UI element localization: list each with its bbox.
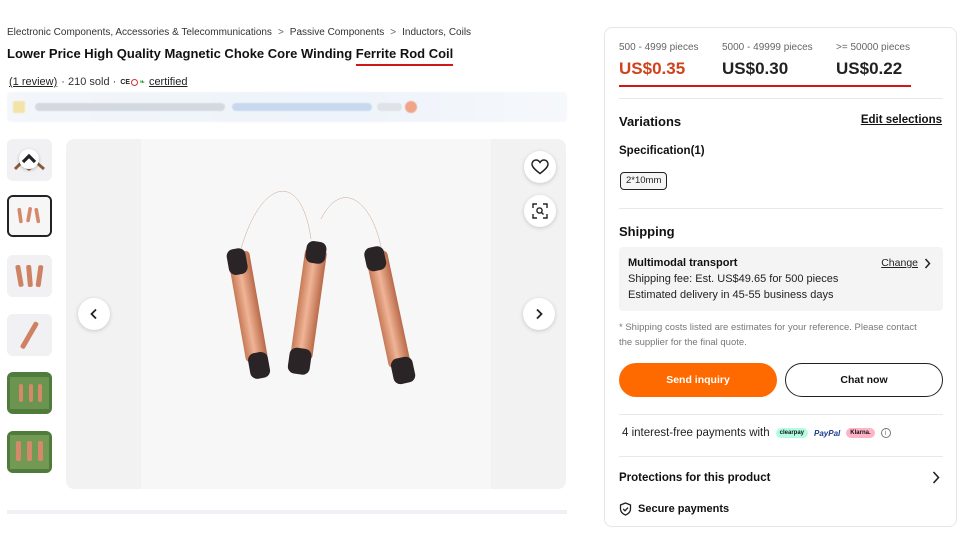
thumbnail-3[interactable] <box>7 255 52 297</box>
previous-image-button[interactable] <box>78 298 110 330</box>
price-tier-price: US$0.30 <box>722 59 789 78</box>
secure-payments-label: Secure payments <box>638 503 730 515</box>
favorite-button[interactable] <box>524 151 556 183</box>
certification-icons: CE ❧ <box>120 78 145 86</box>
divider <box>619 208 943 209</box>
breadcrumb-item-passive-components[interactable]: Passive Components <box>290 27 385 38</box>
secure-payments-row: Secure payments <box>619 502 729 516</box>
shipping-delivery-estimate: Estimated delivery in 45-55 business day… <box>628 289 834 301</box>
purchase-panel: 500 - 4999 pieces US$0.35 5000 - 49999 p… <box>604 27 957 527</box>
specification-option[interactable]: 2*10mm <box>620 172 668 190</box>
thumbnail-4[interactable] <box>7 314 52 356</box>
shield-check-icon <box>619 502 632 516</box>
price-tier-quantity: 500 - 4999 pieces <box>619 42 699 53</box>
price-tier-3: >= 50000 pieces US$0.22 <box>836 42 910 79</box>
heart-icon <box>531 159 549 175</box>
supplier-flag-icon <box>405 101 417 113</box>
shipping-note: * Shipping costs listed are estimates fo… <box>619 322 917 348</box>
info-icon[interactable]: i <box>880 428 891 438</box>
product-title-prefix: Lower Price High Quality Magnetic Choke … <box>7 46 356 61</box>
paypal-logo: PayPal <box>814 428 841 438</box>
chevron-left-icon <box>90 308 97 320</box>
price-highlight-underline <box>619 85 911 87</box>
specification-label: Specification(1) <box>619 145 705 157</box>
breadcrumb-item-inductors-coils[interactable]: Inductors, Coils <box>402 27 471 38</box>
shipping-fee: Shipping fee: Est. US$49.65 for 500 piec… <box>628 273 839 285</box>
clearpay-logo: clearpay <box>775 428 809 438</box>
shipping-option-box: Multimodal transport Change Shipping fee… <box>619 247 943 311</box>
product-meta-row: (1 review) · 210 sold · CE ❧ certified <box>9 76 187 88</box>
visual-search-button[interactable] <box>524 195 556 227</box>
edit-selections-link[interactable]: Edit selections <box>861 114 942 126</box>
supplier-badge-icon <box>13 101 25 113</box>
next-image-button[interactable] <box>523 298 555 330</box>
product-image-gallery <box>66 139 566 489</box>
shipping-title: Shipping <box>619 224 675 239</box>
shipping-method: Multimodal transport <box>628 257 738 269</box>
price-tier-2: 5000 - 49999 pieces US$0.30 <box>722 42 813 79</box>
installment-label: 4 interest-free payments with <box>622 427 770 439</box>
change-shipping-label: Change <box>881 257 918 269</box>
klarna-logo: Klarna. <box>846 428 875 438</box>
breadcrumb: Electronic Components, Accessories & Tel… <box>7 27 471 38</box>
chat-now-button[interactable]: Chat now <box>785 363 943 397</box>
breadcrumb-separator: > <box>390 27 397 38</box>
reviews-link[interactable]: (1 review) <box>9 76 57 88</box>
divider <box>619 414 943 415</box>
price-tier-price: US$0.22 <box>836 59 903 78</box>
price-tier-quantity: 5000 - 49999 pieces <box>722 42 813 53</box>
thumbnail-scroll-up-button[interactable] <box>19 149 39 169</box>
divider <box>619 456 943 457</box>
thumbnail-5[interactable] <box>7 372 52 414</box>
price-tier-price: US$0.35 <box>619 59 686 78</box>
installment-payments-row: 4 interest-free payments with clearpay P… <box>622 427 891 439</box>
image-search-icon <box>532 203 548 219</box>
chevron-right-icon <box>536 308 543 320</box>
chevron-right-icon <box>924 258 931 268</box>
breadcrumb-separator: > <box>277 27 284 38</box>
certified-link[interactable]: certified <box>149 76 188 88</box>
thumbnail-2[interactable] <box>7 195 52 237</box>
bottom-section-edge <box>7 510 567 514</box>
breadcrumb-item-electronic-components[interactable]: Electronic Components, Accessories & Tel… <box>7 27 272 38</box>
change-shipping-button[interactable]: Change <box>881 257 931 269</box>
leaf-icon: ❧ <box>139 79 145 86</box>
supplier-info-blurred <box>7 92 567 122</box>
variations-title: Variations <box>619 114 682 129</box>
thumbnail-1[interactable] <box>7 139 52 181</box>
chevron-up-icon <box>21 153 37 164</box>
thumbnail-6[interactable] <box>7 431 52 473</box>
rohs-ring-icon <box>131 78 139 86</box>
ce-mark-icon: CE <box>120 78 131 86</box>
chevron-right-icon[interactable] <box>932 471 940 484</box>
price-tier-1: 500 - 4999 pieces US$0.35 <box>619 42 699 79</box>
send-inquiry-button[interactable]: Send inquiry <box>619 363 777 397</box>
product-main-image[interactable] <box>141 139 491 489</box>
product-title: Lower Price High Quality Magnetic Choke … <box>7 46 454 66</box>
thumbnail-strip <box>7 139 53 479</box>
sold-count: · 210 sold · <box>61 76 117 88</box>
divider <box>619 98 943 99</box>
price-tier-quantity: >= 50000 pieces <box>836 42 910 53</box>
product-title-highlight: Ferrite Rod Coil <box>355 46 454 66</box>
protections-title[interactable]: Protections for this product <box>619 472 770 484</box>
